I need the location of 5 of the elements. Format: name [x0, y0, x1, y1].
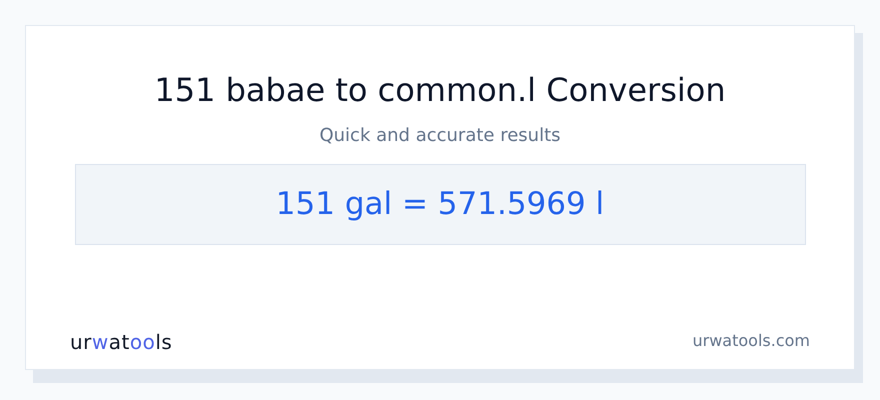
logo: urwatools: [70, 329, 172, 356]
site-link[interactable]: urwatools.com: [692, 329, 810, 353]
title: 151 babae to common.l Conversion: [154, 70, 726, 111]
result: 151 gal = 571.5969 l: [276, 185, 604, 224]
subtitle: Quick and accurate results: [319, 124, 561, 148]
